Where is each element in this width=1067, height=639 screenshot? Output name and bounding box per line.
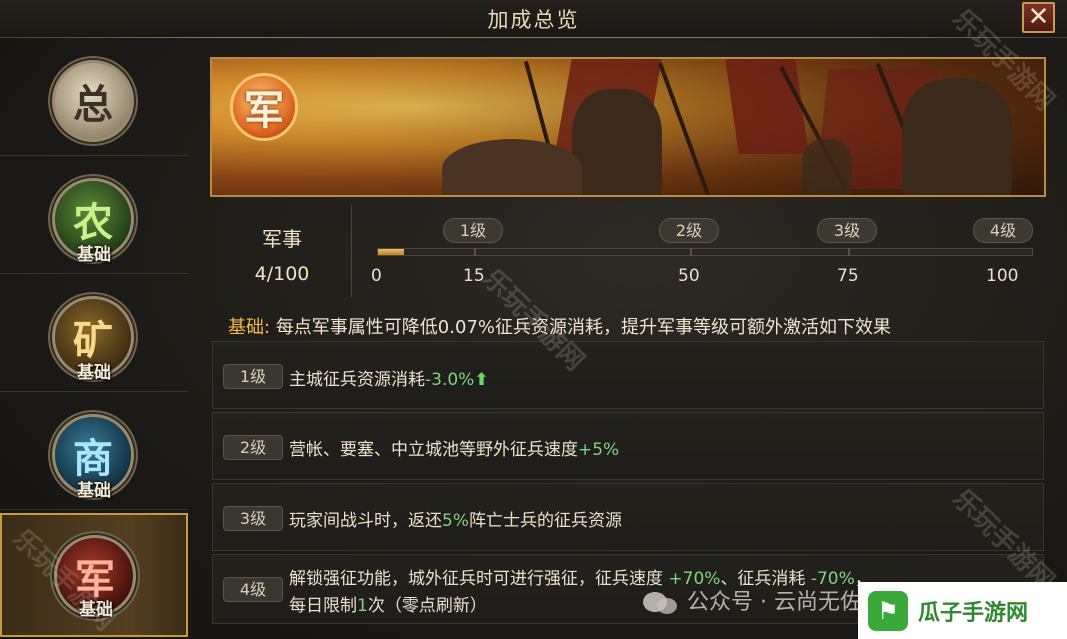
military-stat: 军事 4/100 [212, 205, 352, 297]
row-level-badge: 4级 [223, 577, 283, 602]
commerce-sub-label: 基础 [77, 481, 111, 501]
effect-label: 主城征兵资源消耗 [289, 370, 425, 390]
sidebar-item-total[interactable]: 总 [0, 40, 188, 156]
row-level-badge: 3级 [223, 506, 283, 531]
progress-tick [690, 248, 692, 256]
sidebar-item-mining[interactable]: 矿 基础 [0, 276, 188, 392]
category-sidebar: 总 农 基础 矿 基础 商 基础 军 基础 [0, 40, 190, 639]
effect-value: 5% [442, 511, 469, 531]
mining-sub-label: 基础 [77, 363, 111, 383]
tick-label: 15 [463, 266, 485, 286]
effect-label: 营帐、要塞、中立城池等野外征兵速度 [289, 440, 578, 460]
close-button[interactable]: ✕ [1022, 2, 1055, 33]
progress-tick [848, 248, 850, 256]
row-effect-text: 玩家间战斗时，返还5%阵亡士兵的征兵资源 [289, 506, 622, 531]
effect-label: 次（零点刷新） [367, 596, 487, 616]
military-sub-label: 基础 [79, 600, 113, 620]
effect-label: 每日限制 [289, 596, 357, 616]
tick-label: 75 [837, 266, 859, 286]
effect-value: -3.0% [425, 370, 475, 390]
row-effect-text-line2: 每日限制1次（零点刷新） [289, 591, 487, 616]
brand-watermark: ⚑ 瓜子手游网 [858, 582, 1067, 639]
level-row-3: 3级 玩家间战斗时，返还5%阵亡士兵的征兵资源 [212, 483, 1044, 551]
title-divider [10, 37, 1057, 38]
effect-value: +5% [578, 440, 620, 460]
military-banner-image: 军 [210, 57, 1046, 197]
level-row-1: 1级 主城征兵资源消耗-3.0%⬆ [212, 341, 1044, 409]
bonus-description: 基础: 每点军事属性可降低0.07%征兵资源消耗，提升军事等级可额外激活如下效果 [228, 313, 891, 339]
game-panel: 加成总览 ✕ 总 农 基础 矿 基础 商 基础 军 基础 军 军事 4/100 … [0, 0, 1067, 639]
total-medal-icon: 总 [52, 60, 134, 142]
stat-value: 4/100 [254, 263, 310, 285]
effect-value: 1 [357, 596, 368, 616]
tick-label: 50 [678, 266, 700, 286]
sidebar-item-commerce[interactable]: 商 基础 [0, 394, 188, 510]
tick-label: 0 [371, 266, 382, 286]
effect-label: 解锁强征功能，城外征兵时可进行强征，征兵速度 [289, 569, 669, 589]
description-text: 每点军事属性可降低0.07%征兵资源消耗，提升军事等级可额外激活如下效果 [275, 317, 891, 338]
level-pill-4: 4级 [973, 218, 1033, 243]
level-row-2: 2级 营帐、要塞、中立城池等野外征兵速度+5% [212, 412, 1044, 480]
effect-label: 玩家间战斗时，返还 [289, 511, 442, 531]
military-emblem-icon: 军 [230, 73, 298, 141]
row-effect-text: 主城征兵资源消耗-3.0%⬆ [289, 365, 489, 390]
sidebar-item-farming[interactable]: 农 基础 [0, 158, 188, 274]
panel-title: 加成总览 [487, 8, 580, 32]
military-progress-bar [377, 248, 1033, 256]
row-effect-text: 营帐、要塞、中立城池等野外征兵速度+5% [289, 435, 619, 460]
title-bar: 加成总览 [0, 0, 1067, 38]
arrow-up-icon: ⬆ [474, 370, 489, 390]
progress-tick [474, 248, 476, 256]
progress-fill [378, 249, 404, 255]
row-level-badge: 2级 [223, 435, 283, 460]
farming-sub-label: 基础 [77, 245, 111, 265]
level-pill-1: 1级 [443, 218, 503, 243]
brand-name: 瓜子手游网 [918, 600, 1029, 626]
wechat-icon [643, 592, 677, 614]
sidebar-item-military[interactable]: 军 基础 [0, 513, 188, 637]
level-pill-2: 2级 [659, 218, 719, 243]
tick-label: 100 [986, 266, 1019, 286]
row-level-badge: 1级 [223, 364, 283, 389]
description-prefix: 基础: [228, 317, 271, 338]
brand-logo-icon: ⚑ [868, 590, 908, 631]
level-pill-3: 3级 [817, 218, 877, 243]
effect-label: 阵亡士兵的征兵资源 [468, 511, 622, 531]
stat-label: 军事 [262, 227, 302, 251]
